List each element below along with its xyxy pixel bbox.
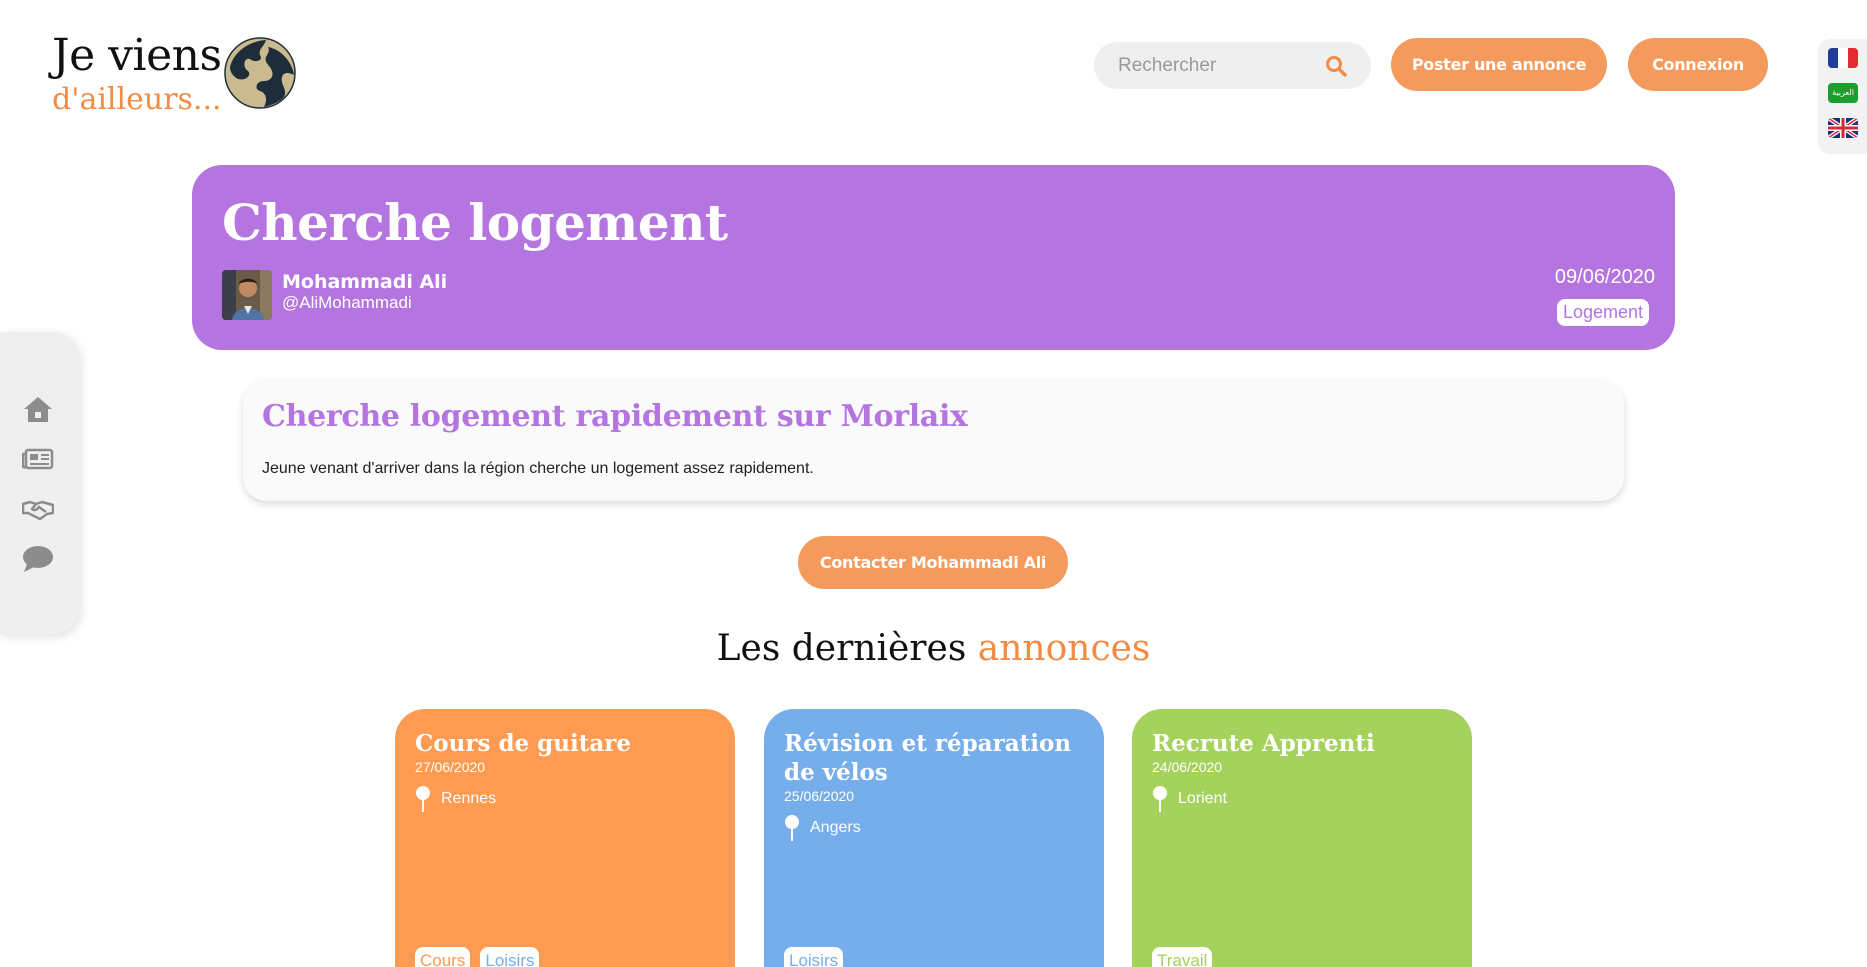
ad-card[interactable]: Révision et réparation de vélos 25/06/20…: [764, 709, 1104, 967]
listing-subtitle: Cherche logement rapidement sur Morlaix: [262, 399, 968, 434]
flag-fr-icon[interactable]: [1828, 48, 1858, 68]
ad-card-location-text: Angers: [810, 819, 861, 836]
handshake-icon[interactable]: [22, 494, 54, 524]
heading-part2: annonces: [977, 628, 1151, 669]
pin-icon: [1153, 786, 1167, 812]
ad-card-date: 25/06/2020: [784, 788, 855, 804]
globe-icon: [224, 37, 296, 109]
logo-title: Je viens: [52, 30, 222, 81]
flag-en-icon[interactable]: [1828, 118, 1858, 138]
search-icon[interactable]: [1325, 55, 1347, 77]
tag-loisirs[interactable]: Loisirs: [784, 947, 844, 967]
ad-card-title: Cours de guitare: [415, 730, 631, 757]
ad-card-location: Rennes: [415, 785, 496, 813]
ad-card-location: Lorient: [1152, 785, 1227, 813]
pin-icon: [785, 815, 799, 841]
listing-description: Jeune venant d'arriver dans la région ch…: [262, 460, 814, 477]
search-bar[interactable]: Rechercher: [1094, 42, 1371, 89]
ad-card-title: Révision et réparation de vélos: [784, 730, 1072, 786]
avatar[interactable]: [222, 270, 272, 320]
language-switcher: العربية: [1818, 39, 1867, 154]
search-input[interactable]: Rechercher: [1118, 55, 1325, 77]
tag-travail[interactable]: Travail: [1152, 947, 1213, 967]
ad-card-tags: Loisirs: [784, 947, 844, 967]
ad-card-date: 24/06/2020: [1152, 759, 1223, 775]
site-logo[interactable]: Je viens d'ailleurs...: [52, 28, 312, 118]
language-label-ar: العربية: [1832, 88, 1854, 97]
listing-date: 09/06/2020: [1554, 266, 1655, 288]
tag-cours[interactable]: Cours: [415, 947, 471, 967]
newspaper-icon[interactable]: [22, 444, 54, 474]
contact-author-button[interactable]: Contacter Mohammadi Ali: [798, 536, 1068, 589]
ad-card-tags: Cours Loisirs: [415, 947, 540, 967]
side-navigation: [0, 332, 79, 634]
listing-banner: Cherche logement Mohammadi Ali @AliMoham…: [192, 165, 1675, 350]
category-tag[interactable]: Logement: [1556, 299, 1649, 326]
ad-card-title: Recrute Apprenti: [1152, 730, 1375, 757]
ad-card-location-text: Lorient: [1178, 790, 1227, 807]
ad-card[interactable]: Recrute Apprenti 24/06/2020 Lorient Trav…: [1132, 709, 1472, 967]
home-icon[interactable]: [22, 394, 54, 424]
tag-loisirs[interactable]: Loisirs: [480, 947, 540, 967]
author-handle: @AliMohammadi: [282, 293, 412, 312]
author-name[interactable]: Mohammadi Ali: [282, 271, 447, 293]
listing-description-card: Cherche logement rapidement sur Morlaix …: [243, 381, 1624, 501]
latest-ads-heading: Les dernières annonces: [0, 628, 1867, 669]
post-ad-button[interactable]: Poster une annonce: [1391, 38, 1607, 91]
ad-card-location: Angers: [784, 814, 861, 842]
logo-subtitle: d'ailleurs...: [52, 82, 222, 117]
flag-ar-icon[interactable]: العربية: [1828, 83, 1858, 103]
ad-card[interactable]: Cours de guitare 27/06/2020 Rennes Cours…: [395, 709, 735, 967]
ad-card-tags: Travail: [1152, 947, 1213, 967]
chat-bubble-icon[interactable]: [22, 544, 54, 574]
ad-card-location-text: Rennes: [441, 790, 497, 807]
heading-part1: Les dernières: [716, 628, 967, 669]
page-title: Cherche logement: [222, 193, 728, 252]
login-button[interactable]: Connexion: [1628, 38, 1768, 91]
pin-icon: [416, 786, 430, 812]
ad-card-date: 27/06/2020: [415, 759, 486, 775]
